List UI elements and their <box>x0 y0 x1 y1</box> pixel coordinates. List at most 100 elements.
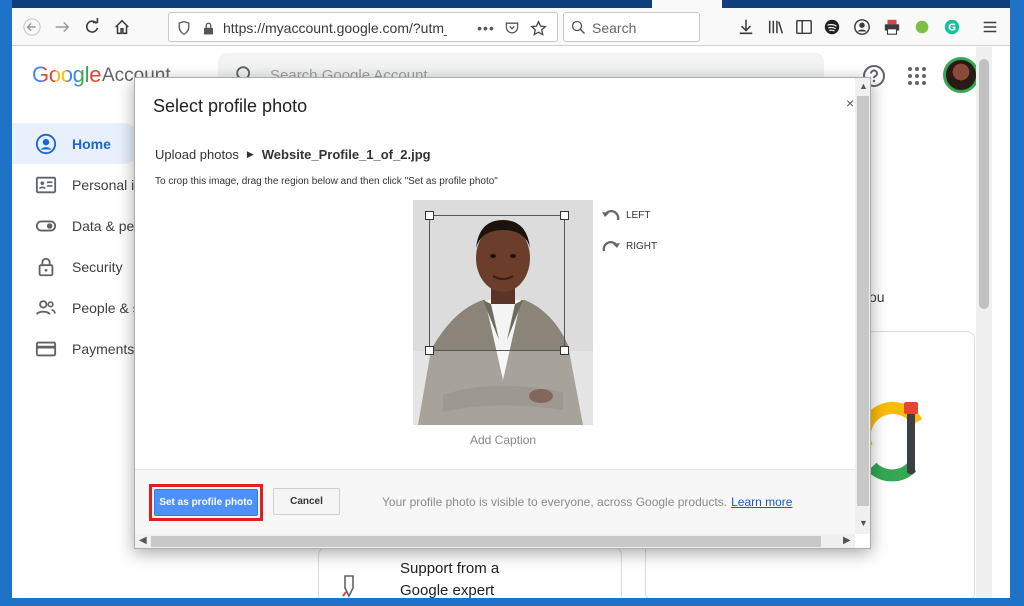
bookmark-star-icon[interactable] <box>529 19 547 37</box>
browser-search-placeholder: Search <box>592 20 637 36</box>
rotate-left-button[interactable]: LEFT <box>601 207 650 223</box>
sidebar-item-security[interactable]: Security <box>12 246 142 287</box>
download-icon <box>739 19 753 35</box>
reload-icon <box>86 18 99 33</box>
more-actions-icon[interactable]: ••• <box>477 19 495 37</box>
downloads-button[interactable] <box>734 15 758 39</box>
rotate-left-label: LEFT <box>626 209 651 221</box>
google-logo[interactable]: Google <box>32 62 101 88</box>
sidebar-item-label: Data & pe <box>72 217 135 234</box>
credit-card-icon <box>34 337 58 361</box>
sidebar-button[interactable] <box>792 15 816 39</box>
toggle-icon <box>34 214 58 238</box>
url-text[interactable]: https://myaccount.google.com/?utm_so <box>223 20 447 36</box>
sidebar-icon <box>796 19 812 35</box>
crop-handle-top-left[interactable] <box>425 211 434 220</box>
sidebar-item-payments[interactable]: Payments <box>12 328 142 369</box>
account-circle-icon <box>34 132 58 156</box>
learn-more-link[interactable]: Learn more <box>731 495 792 509</box>
breadcrumb: Upload photos ▶ Website_Profile_1_of_2.j… <box>155 147 431 162</box>
chevron-up-icon[interactable]: ▲ <box>859 81 868 91</box>
green-dot-extension[interactable] <box>910 15 934 39</box>
library-icon <box>768 20 784 34</box>
sidebar-item-label: Payments <box>72 340 135 357</box>
rotate-right-icon <box>602 241 620 252</box>
rotate-right-label: RIGHT <box>626 240 658 252</box>
reload-button[interactable] <box>80 15 104 39</box>
illustration-icon <box>862 401 923 482</box>
crop-region[interactable] <box>425 211 569 355</box>
crop-outside-area <box>413 351 593 425</box>
window-frame-left <box>0 0 12 606</box>
pocket-icon[interactable] <box>503 19 521 37</box>
lock-icon[interactable] <box>199 19 217 37</box>
sidebar-item-label: Home <box>72 135 111 152</box>
url-bar[interactable]: https://myaccount.google.com/?utm_so ••• <box>168 12 558 42</box>
page-scrollbar[interactable] <box>976 47 992 598</box>
dialog-title: Select profile photo <box>153 96 308 116</box>
grammarly-extension[interactable]: G <box>940 15 964 39</box>
rotate-left-icon <box>602 210 620 221</box>
svg-text:G: G <box>948 23 956 34</box>
back-button[interactable] <box>20 15 44 39</box>
chevron-right-icon[interactable]: ▶ <box>843 535 851 546</box>
close-icon[interactable]: × <box>846 95 854 111</box>
background-text-snippet: ou <box>869 289 885 305</box>
crop-instructions: To crop this image, drag the region belo… <box>155 176 498 187</box>
account-extension[interactable] <box>850 15 874 39</box>
id-card-icon <box>34 173 58 197</box>
avatar[interactable] <box>943 57 979 93</box>
lock-icon <box>34 255 58 279</box>
crop-handle-top-right[interactable] <box>560 211 569 220</box>
person-circle-icon <box>854 19 870 35</box>
arrow-right-icon <box>55 21 70 33</box>
crop-handle-bottom-right[interactable] <box>560 346 569 355</box>
chevron-right-icon: ▶ <box>246 149 254 159</box>
sidebar-item-people-sharing[interactable]: People & s <box>12 287 142 328</box>
support-title[interactable]: Support from a Google expert <box>400 558 530 598</box>
green-circle-icon <box>915 20 929 34</box>
add-caption-field[interactable]: Add Caption <box>470 433 536 447</box>
home-button[interactable] <box>110 15 134 39</box>
crop-handle-bottom-left[interactable] <box>425 346 434 355</box>
hamburger-menu-icon <box>983 21 997 33</box>
arrow-left-icon <box>23 18 41 36</box>
breadcrumb-upload-photos[interactable]: Upload photos <box>155 147 239 162</box>
cancel-button[interactable]: Cancel <box>273 488 340 515</box>
dialog-vertical-scrollbar-thumb[interactable] <box>857 96 869 506</box>
print-button[interactable] <box>880 15 904 39</box>
active-tab[interactable] <box>652 0 722 8</box>
people-icon <box>34 296 58 320</box>
forward-button[interactable] <box>50 15 74 39</box>
window-frame-bottom <box>0 598 1024 606</box>
browser-search-bar[interactable]: Search <box>563 12 700 42</box>
photo-preview[interactable] <box>413 200 593 425</box>
visibility-note-text: Your profile photo is visible to everyon… <box>382 495 728 509</box>
dialog-vertical-scrollbar[interactable]: ▲ ▼ <box>855 78 870 534</box>
rotate-right-button[interactable]: RIGHT <box>601 238 657 254</box>
window-frame-right <box>1010 0 1024 606</box>
spotify-icon <box>824 19 840 35</box>
select-profile-photo-dialog: Select profile photo × Upload photos ▶ W… <box>134 77 871 549</box>
browser-toolbar: https://myaccount.google.com/?utm_so •••… <box>12 8 1010 46</box>
sidebar-item-home[interactable]: Home <box>12 123 142 164</box>
sidebar-item-label: Security <box>72 258 123 275</box>
library-button[interactable] <box>764 15 788 39</box>
google-logo-text: Google <box>32 62 102 87</box>
sidebar-item-personal-info[interactable]: Personal i <box>12 164 142 205</box>
chevron-down-icon[interactable]: ▼ <box>859 518 868 528</box>
tab-strip <box>12 0 1010 8</box>
spotify-extension[interactable] <box>820 15 844 39</box>
dialog-horizontal-scrollbar[interactable]: ◀ ▶ <box>135 534 855 548</box>
chevron-left-icon[interactable]: ◀ <box>139 535 147 546</box>
menu-button[interactable] <box>978 15 1002 39</box>
page-scrollbar-thumb[interactable] <box>979 59 989 309</box>
set-as-profile-photo-button[interactable]: Set as profile photo <box>154 489 258 516</box>
printer-icon <box>884 19 900 35</box>
sidebar-item-data-personalization[interactable]: Data & pe <box>12 205 142 246</box>
sidebar-item-label: People & s <box>72 299 140 316</box>
dialog-horizontal-scrollbar-thumb[interactable] <box>151 536 821 547</box>
apps-grid-icon[interactable] <box>905 64 929 88</box>
shield-icon[interactable] <box>175 19 193 37</box>
breadcrumb-file-name: Website_Profile_1_of_2.jpg <box>261 147 431 162</box>
